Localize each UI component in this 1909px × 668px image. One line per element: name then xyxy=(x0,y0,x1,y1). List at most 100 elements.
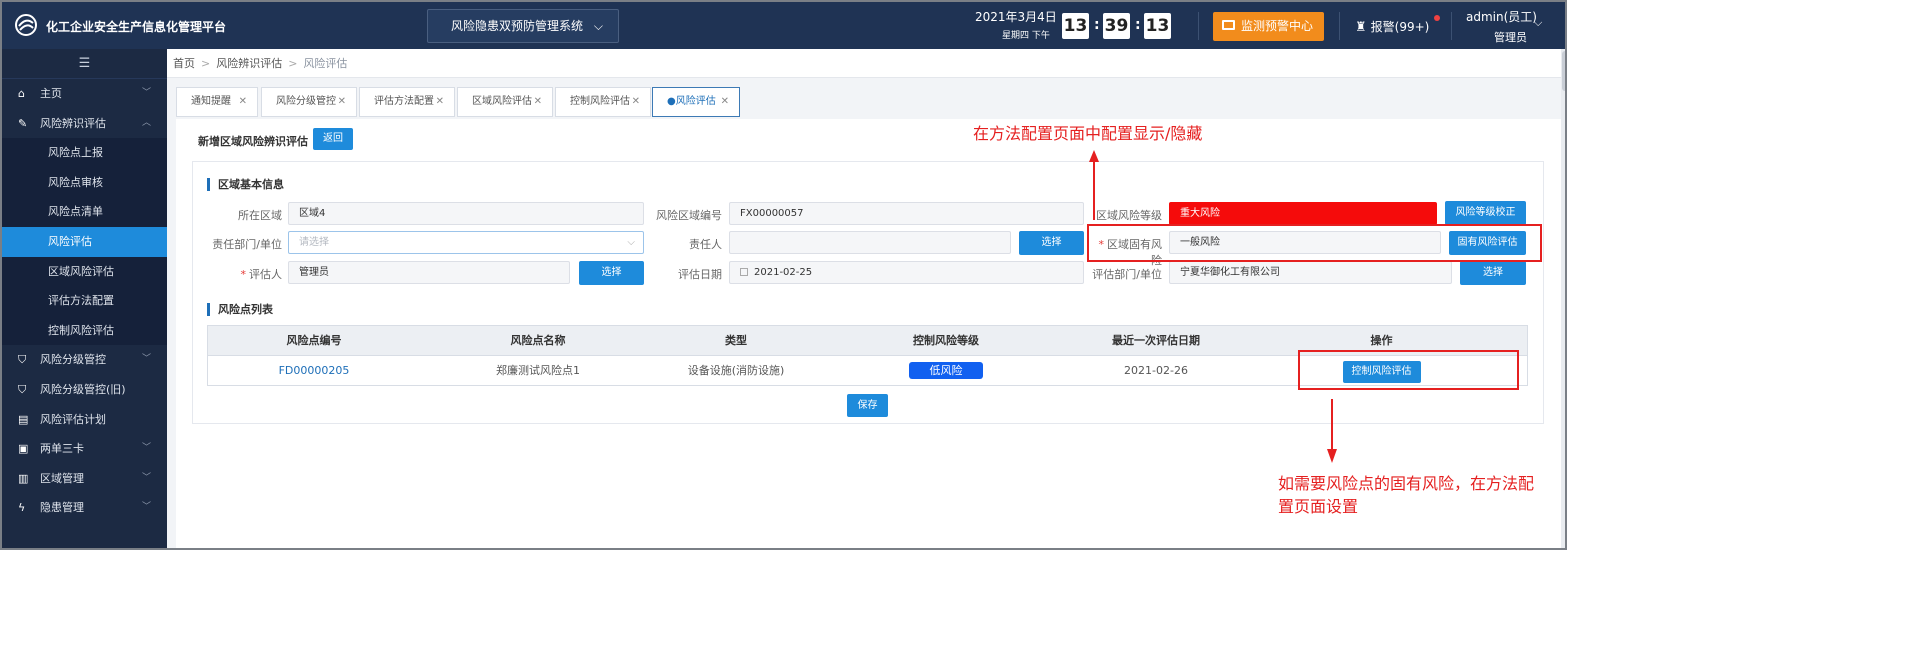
tab-control-assess[interactable]: 控制风险评估 ✕ xyxy=(555,87,651,117)
area-level-field[interactable]: 重大风险 xyxy=(1169,202,1437,225)
sidebar-item-label: 两单三卡 xyxy=(40,442,84,456)
tab-label: ●风险评估 xyxy=(667,96,716,107)
sidebar-item-label: 评估方法配置 xyxy=(48,294,114,308)
close-icon[interactable]: ✕ xyxy=(632,88,640,116)
assessor-select-button[interactable]: 选择 xyxy=(579,261,644,285)
sidebar-item-method-config[interactable]: 评估方法配置 xyxy=(2,286,167,316)
eval-dept-field[interactable]: 宁夏华御化工有限公司 xyxy=(1169,261,1452,284)
tab-label: 风险分级管控 xyxy=(276,96,336,107)
alarm-button[interactable]: ♜ 报警(99+) xyxy=(1355,18,1429,35)
area-code-field[interactable]: FX00000057 xyxy=(729,202,1084,225)
breadcrumb-home[interactable]: 首页 xyxy=(173,57,195,70)
sidebar-item-risk-assess[interactable]: 风险评估 xyxy=(2,226,167,257)
sidebar: ☰ ⌂ 主页 ﹀ ✎ 风险辨识评估 ︿ 风险点上报 风险点审核 风险点清单 风险评估 区… xyxy=(2,49,167,548)
system-select[interactable]: 风险隐患双预防管理系统 ⌵ xyxy=(427,9,619,43)
sidebar-item-label: 风险点审核 xyxy=(48,175,103,189)
alarm-bell-icon: ♜ xyxy=(1355,20,1367,35)
assess-date-field[interactable]: 2021-02-25 xyxy=(729,261,1084,284)
sidebar-item-label: 主页 xyxy=(40,87,62,100)
control-level-cell: 低风险 xyxy=(816,356,1076,385)
save-button[interactable]: 保存 xyxy=(847,394,888,417)
page-title: 新增区域风险辨识评估 xyxy=(198,135,308,148)
dept-select-placeholder: 请选择 xyxy=(299,237,329,248)
chevron-down-icon: ﹀ xyxy=(141,443,151,454)
screenshot-frame: 化工企业安全生产信息化管理平台 风险隐患双预防管理系统 ⌵ 2021年3月4日 … xyxy=(0,0,1567,550)
page-scrollbar[interactable] xyxy=(1561,49,1565,548)
user-name[interactable]: admin(员工) xyxy=(1466,8,1537,25)
sidebar-item-hazard-mgmt[interactable]: ϟ 隐患管理 ﹀ xyxy=(2,493,167,523)
sidebar-item-label: 风险点上报 xyxy=(48,146,103,160)
chevron-down-icon: ⌵ xyxy=(627,237,635,248)
sidebar-item-risk-list[interactable]: 风险点清单 xyxy=(2,197,167,227)
close-icon[interactable]: ✕ xyxy=(436,88,444,116)
sidebar-item-risk-audit[interactable]: 风险点审核 xyxy=(2,167,167,198)
tab-risk-assess[interactable]: ●风险评估 ✕ xyxy=(652,87,740,117)
logo-icon xyxy=(15,14,37,36)
sidebar-item-label: 风险点清单 xyxy=(48,205,103,219)
tab-notice[interactable]: 通知提醒 ✕ xyxy=(176,87,258,117)
sidebar-item-two-lists[interactable]: ▣ 两单三卡 ﹀ xyxy=(2,434,167,464)
monitor-icon xyxy=(1222,20,1235,30)
tab-grading[interactable]: 风险分级管控 ✕ xyxy=(261,87,357,117)
risk-point-type-cell: 设备设施(消防设施) xyxy=(687,364,785,377)
lightning-icon: ϟ xyxy=(18,501,26,515)
sidebar-item-home[interactable]: ⌂ 主页 ﹀ xyxy=(2,79,167,109)
sidebar-item-label: 隐患管理 xyxy=(40,501,84,515)
sidebar-item-label: 风险辨识评估 xyxy=(40,116,106,130)
owner-field[interactable] xyxy=(729,231,1011,254)
annotation-arrow-down xyxy=(1331,399,1333,449)
sidebar-item-area-assess[interactable]: 区域风险评估 xyxy=(2,256,167,287)
breadcrumb-current: 风险评估 xyxy=(303,57,348,70)
breadcrumb-parent[interactable]: 风险辨识评估 xyxy=(216,57,282,70)
sidebar-item-control-assess[interactable]: 控制风险评估 xyxy=(2,315,167,346)
monitor-center-button[interactable]: 监测预警中心 xyxy=(1213,12,1324,41)
close-icon[interactable]: ✕ xyxy=(338,88,346,116)
assessor-field[interactable]: 管理员 xyxy=(288,261,570,284)
chevron-down-icon: ﹀ xyxy=(141,354,151,365)
chevron-down-icon[interactable]: ⌵ xyxy=(1534,16,1542,30)
calendar-icon xyxy=(740,268,748,276)
column-header: 类型 xyxy=(725,334,747,347)
back-button[interactable]: 返回 xyxy=(313,128,353,150)
risk-level-badge: 低风险 xyxy=(909,362,983,379)
column-header: 最近一次评估日期 xyxy=(1112,334,1200,347)
current-date: 2021年3月4日 xyxy=(975,10,1057,24)
tab-area-assess[interactable]: 区域风险评估 ✕ xyxy=(457,87,553,117)
required-mark: * xyxy=(240,268,247,281)
sidebar-item-label: 区域管理 xyxy=(40,471,84,485)
eval-dept-select-button[interactable]: 选择 xyxy=(1460,261,1526,285)
risk-point-code-link[interactable]: FD00000205 xyxy=(279,364,350,377)
shield-icon: ⛉ xyxy=(18,353,27,367)
sidebar-item-label: 风险分级管控 xyxy=(40,353,106,367)
sidebar-item-grading-old[interactable]: ⛉ 风险分级管控(旧) xyxy=(2,375,167,405)
close-icon[interactable]: ✕ xyxy=(239,88,247,116)
app-title: 化工企业安全生产信息化管理平台 xyxy=(46,20,227,34)
risk-point-code-cell: FD00000205 xyxy=(208,356,420,385)
tab-label: 评估方法配置 xyxy=(374,96,434,107)
dept-select[interactable]: 请选择 ⌵ xyxy=(288,231,644,254)
sidebar-item-assess-plan[interactable]: ▤ 风险评估计划 xyxy=(2,405,167,435)
edit-icon: ✎ xyxy=(18,116,28,130)
sidebar-item-grading[interactable]: ⛉ 风险分级管控 ﹀ xyxy=(2,345,167,375)
menu-collapse-icon[interactable]: ☰ xyxy=(2,49,167,79)
breadcrumb-separator: > xyxy=(201,57,211,70)
sidebar-item-area-mgmt[interactable]: ▥ 区域管理 ﹀ xyxy=(2,464,167,494)
divider xyxy=(1451,12,1452,40)
clock-seconds: 13 xyxy=(1144,13,1171,39)
tab-method-config[interactable]: 评估方法配置 ✕ xyxy=(359,87,455,117)
sidebar-item-risk-report[interactable]: 风险点上报 xyxy=(2,138,167,168)
owner-select-button[interactable]: 选择 xyxy=(1019,231,1084,255)
scrollbar-thumb[interactable] xyxy=(1562,51,1565,91)
close-icon[interactable]: ✕ xyxy=(721,88,729,116)
chevron-down-icon: ﹀ xyxy=(141,88,151,98)
sidebar-item-risk-identify[interactable]: ✎ 风险辨识评估 ︿ xyxy=(2,109,167,139)
annotation-box-action xyxy=(1298,350,1519,390)
column-header: 风险点名称 xyxy=(510,334,566,347)
close-icon[interactable]: ✕ xyxy=(534,88,542,116)
chevron-down-icon: ﹀ xyxy=(141,502,151,513)
divider xyxy=(1339,12,1340,40)
area-field[interactable]: 区域4 xyxy=(288,202,644,225)
column-header: 控制风险等级 xyxy=(913,334,979,347)
top-bar: 化工企业安全生产信息化管理平台 风险隐患双预防管理系统 ⌵ 2021年3月4日 … xyxy=(2,2,1565,49)
level-correct-button[interactable]: 风险等级校正 xyxy=(1445,201,1526,225)
